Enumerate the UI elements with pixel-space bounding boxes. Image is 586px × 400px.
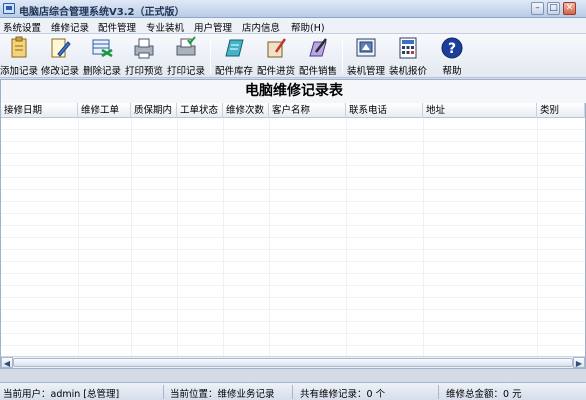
status-bar: 当前用户：admin [总管理] 当前位置：维修业务记录 共有维修记录：0 个 …	[0, 382, 586, 400]
parts-stock-icon	[225, 39, 244, 57]
parts-sales-icon	[309, 38, 327, 57]
scroll-right-icon[interactable]: ▶	[573, 357, 585, 368]
grid-line	[423, 118, 424, 356]
delete-record-button[interactable]: 删除记录	[83, 36, 121, 77]
status-record-count: 共有维修记录：0 个	[300, 389, 386, 400]
menu-users[interactable]: 用户管理	[194, 20, 232, 34]
column-header-category[interactable]: 类别	[537, 103, 585, 118]
edit-record-icon	[51, 38, 71, 58]
status-separator	[292, 385, 293, 399]
svg-text:?: ?	[448, 41, 456, 57]
scroll-left-icon[interactable]: ◀	[1, 357, 13, 368]
minimize-button[interactable]: –	[531, 2, 544, 15]
close-button[interactable]: ✕	[563, 2, 576, 15]
title-bar: 电脑店综合管理系统V3.2（正式版） – □ ✕	[0, 0, 586, 18]
menu-parts[interactable]: 配件管理	[98, 20, 136, 34]
column-header-customer[interactable]: 客户名称	[269, 103, 346, 118]
status-total-amount: 维修总金额：0 元	[446, 389, 522, 400]
print-preview-icon	[134, 38, 154, 59]
grid-line	[269, 118, 270, 356]
build-quote-icon	[399, 37, 417, 59]
help-button[interactable]: ? 帮助	[434, 36, 470, 77]
status-separator	[163, 385, 164, 399]
horizontal-scrollbar[interactable]: ◀ ▶	[1, 356, 585, 368]
status-separator	[438, 385, 439, 399]
status-current-user: 当前用户：admin [总管理]	[3, 389, 120, 400]
menu-store-info[interactable]: 店内信息	[242, 20, 280, 34]
window-title: 电脑店综合管理系统V3.2（正式版）	[19, 7, 185, 18]
parts-purchase-icon	[267, 38, 287, 58]
column-header-work-order[interactable]: 维修工单	[78, 103, 131, 118]
menu-system-settings[interactable]: 系统设置	[3, 20, 41, 34]
menu-repair-records[interactable]: 维修记录	[51, 20, 89, 34]
table-rows-empty	[1, 118, 585, 356]
status-current-location: 当前位置：维修业务记录	[170, 389, 275, 400]
edit-record-button[interactable]: 修改记录	[41, 36, 79, 77]
menu-help[interactable]: 帮助(H)	[291, 20, 325, 34]
grid-line	[223, 118, 224, 356]
add-record-icon	[11, 36, 27, 58]
table-header: 接修日期 维修工单 质保期内 工单状态 维修次数 客户名称 联系电话 地址 类别	[1, 103, 585, 118]
column-header-status[interactable]: 工单状态	[177, 103, 223, 118]
menu-assembly[interactable]: 专业装机	[146, 20, 184, 34]
grid-line	[537, 118, 538, 356]
build-quote-button[interactable]: 装机报价	[389, 36, 427, 77]
print-record-button[interactable]: 打印记录	[167, 36, 205, 77]
grid-line	[131, 118, 132, 356]
toolbar: 添加记录 修改记录 删除记录 打印预览 打印记录 配件库存 配件进货 配件销售 …	[0, 34, 586, 78]
grid-line	[177, 118, 178, 356]
print-preview-button[interactable]: 打印预览	[125, 36, 163, 77]
scroll-thumb[interactable]	[13, 358, 573, 367]
menu-bar: 系统设置 维修记录 配件管理 专业装机 用户管理 店内信息 帮助(H)	[0, 18, 586, 34]
repair-records-panel: 电脑维修记录表 接修日期 维修工单 质保期内 工单状态 维修次数 客户名称 联系…	[0, 79, 586, 369]
column-header-address[interactable]: 地址	[423, 103, 537, 118]
records-table[interactable]: 接修日期 维修工单 质保期内 工单状态 维修次数 客户名称 联系电话 地址 类别	[1, 103, 585, 356]
parts-sales-button[interactable]: 配件销售	[299, 36, 337, 77]
column-header-warranty[interactable]: 质保期内	[131, 103, 177, 118]
add-record-button[interactable]: 添加记录	[0, 36, 38, 77]
build-manage-button[interactable]: 装机管理	[347, 36, 385, 77]
report-title: 电脑维修记录表	[1, 80, 586, 103]
maximize-button[interactable]: □	[547, 2, 560, 15]
build-manage-icon	[356, 38, 376, 57]
grid-line	[346, 118, 347, 356]
column-header-date[interactable]: 接修日期	[1, 103, 78, 118]
delete-record-icon	[92, 39, 113, 58]
column-header-phone[interactable]: 联系电话	[346, 103, 423, 118]
help-icon: ?	[441, 37, 463, 59]
parts-stock-button[interactable]: 配件库存	[215, 36, 253, 77]
column-header-repair-count[interactable]: 维修次数	[223, 103, 269, 118]
grid-line	[78, 118, 79, 356]
app-icon	[3, 3, 15, 14]
print-record-icon	[176, 36, 196, 56]
parts-purchase-button[interactable]: 配件进货	[257, 36, 295, 77]
